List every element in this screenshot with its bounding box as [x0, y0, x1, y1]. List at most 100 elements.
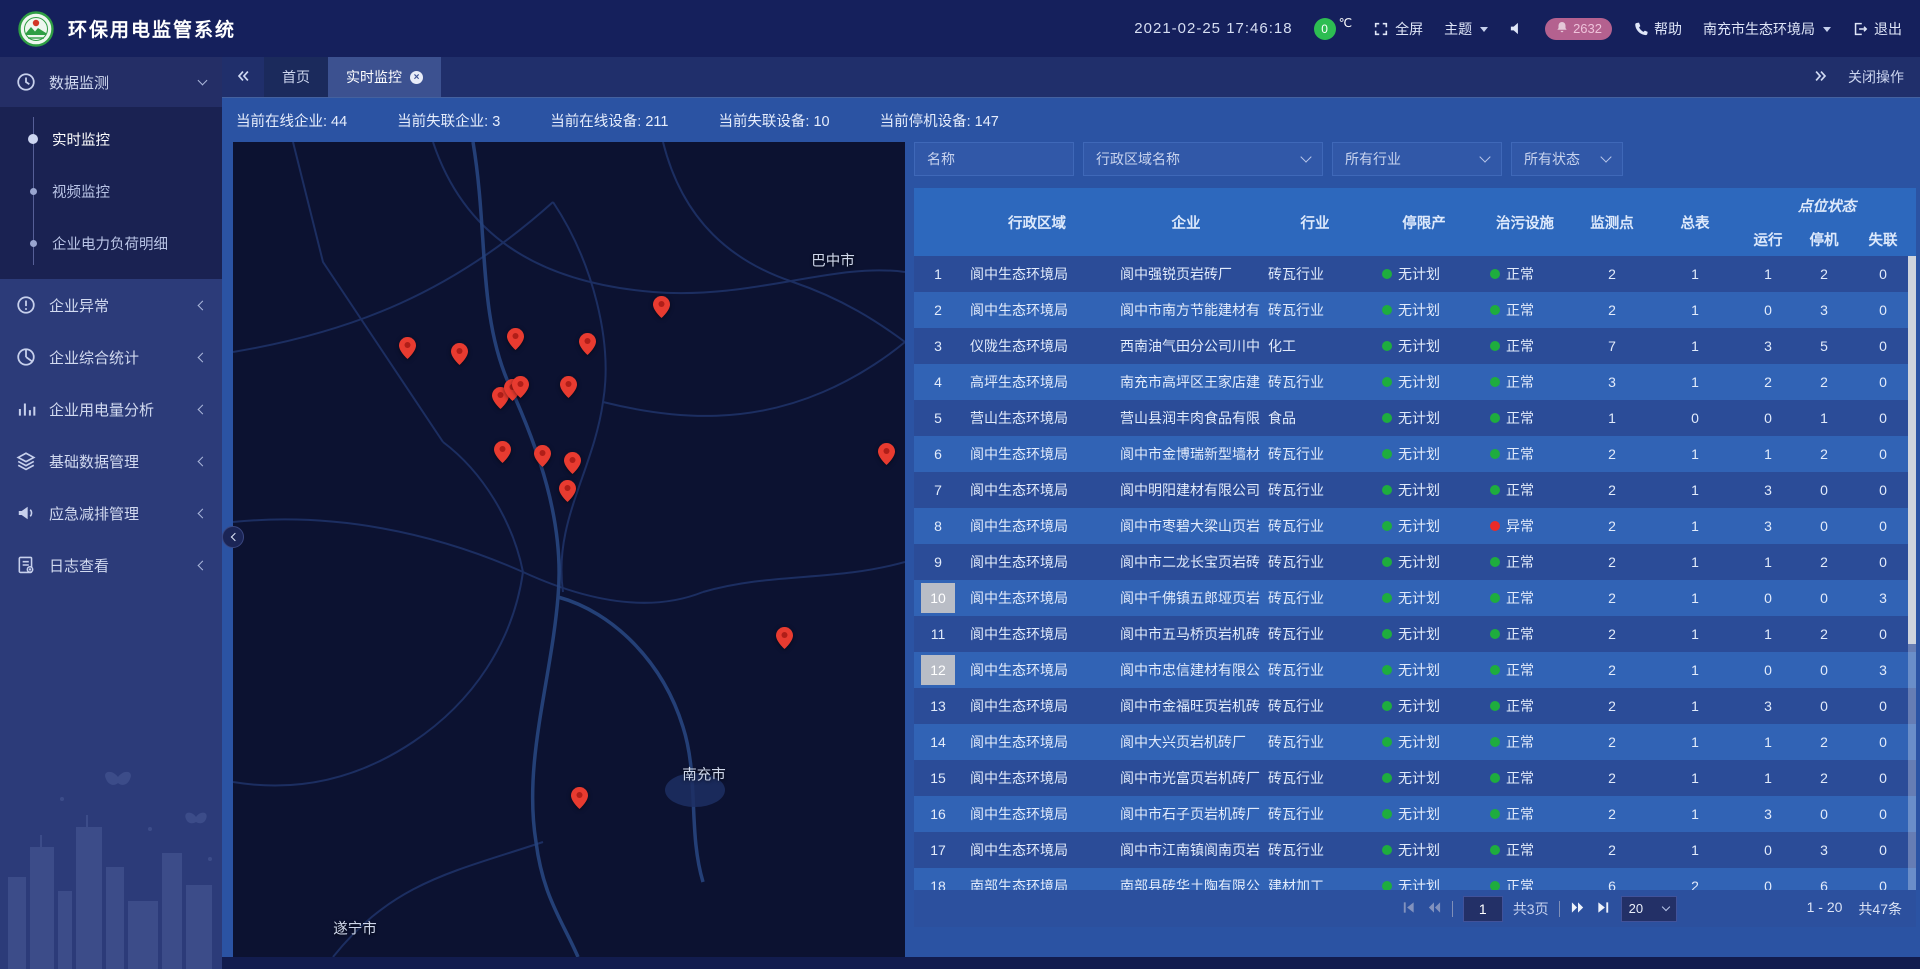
name-filter-input[interactable]: [914, 142, 1074, 176]
cell-stop-status: 无计划: [1370, 840, 1478, 860]
collapse-map-button[interactable]: [222, 526, 244, 548]
table-row[interactable]: 17阆中生态环境局阆中市江南镇阆南页岩砖瓦行业无计划正常21030: [914, 832, 1916, 868]
last-page-button[interactable]: [1596, 900, 1611, 918]
table-row[interactable]: 9阆中生态环境局阆中市二龙长宝页岩砖砖瓦行业无计划正常21120: [914, 544, 1916, 580]
map-marker[interactable]: [653, 296, 670, 318]
bullet-dot-icon: [30, 188, 37, 195]
table-row[interactable]: 10阆中生态环境局阆中千佛镇五郎垭页岩砖瓦行业无计划正常21003: [914, 580, 1916, 616]
table-row[interactable]: 5营山生态环境局营山县润丰肉食品有限食品无计划正常10010: [914, 400, 1916, 436]
map-marker[interactable]: [579, 333, 596, 355]
sidebar-subitem-0-2[interactable]: 企业电力负荷明细: [0, 217, 222, 269]
mute-button[interactable]: [1509, 21, 1524, 36]
next-page-button[interactable]: [1570, 900, 1586, 918]
cell-monitor-count: 2: [1572, 518, 1652, 534]
close-operations-button[interactable]: 关闭操作: [1848, 67, 1904, 87]
map-marker[interactable]: [494, 441, 511, 463]
sidebar-item-5[interactable]: 应急减排管理: [0, 487, 222, 539]
status-filter-select[interactable]: 所有状态: [1511, 142, 1623, 176]
table-row[interactable]: 2阆中生态环境局阆中市南方节能建材有砖瓦行业无计划正常21030: [914, 292, 1916, 328]
map-panel[interactable]: 巴中市南充市遂宁市: [233, 142, 905, 957]
sidebar-subitem-0-1[interactable]: 视频监控: [0, 165, 222, 217]
double-chevron-right-icon: [1813, 72, 1829, 87]
tabs-scroll-right-button[interactable]: [1800, 68, 1842, 87]
map-marker[interactable]: [560, 376, 577, 398]
notification-badge[interactable]: 2632: [1545, 18, 1612, 40]
cell-stop-status: 无计划: [1370, 516, 1478, 536]
table-row[interactable]: 16阆中生态环境局阆中市石子页岩机砖厂砖瓦行业无计划正常21300: [914, 796, 1916, 832]
first-page-button[interactable]: [1401, 900, 1416, 918]
cell-stopped-count: 0: [1798, 518, 1850, 534]
map-marker[interactable]: [564, 452, 581, 474]
table-row[interactable]: 6阆中生态环境局阆中市金博瑞新型墙材砖瓦行业无计划正常21120: [914, 436, 1916, 472]
table-row[interactable]: 4高坪生态环境局南充市高坪区王家店建砖瓦行业无计划正常31220: [914, 364, 1916, 400]
table-row[interactable]: 8阆中生态环境局阆中市枣碧大梁山页岩砖瓦行业无计划异常21300: [914, 508, 1916, 544]
chevron-left-icon: [198, 560, 208, 570]
table-row[interactable]: 13阆中生态环境局阆中市金福旺页岩机砖砖瓦行业无计划正常21300: [914, 688, 1916, 724]
table-scrollbar[interactable]: [1908, 256, 1916, 890]
cell-row-number: 9: [914, 547, 962, 577]
map-pin-icon: [571, 796, 588, 813]
org-dropdown[interactable]: 南充市生态环境局: [1703, 19, 1831, 39]
scrollbar-thumb[interactable]: [1908, 256, 1916, 644]
table-row[interactable]: 3仪陇生态环境局西南油气田分公司川中化工无计划正常71350: [914, 328, 1916, 364]
help-button[interactable]: 帮助: [1633, 19, 1682, 39]
page-size-select[interactable]: 20: [1621, 896, 1677, 922]
cell-monitor-count: 2: [1572, 698, 1652, 714]
map-marker[interactable]: [534, 445, 551, 467]
industry-filter-select[interactable]: 所有行业: [1332, 142, 1502, 176]
sidebar-subitem-0-0[interactable]: 实时监控: [0, 113, 222, 165]
fullscreen-button[interactable]: 全屏: [1373, 19, 1423, 39]
prev-page-button[interactable]: [1426, 900, 1442, 918]
cell-running-count: 1: [1738, 770, 1798, 786]
map-marker[interactable]: [878, 443, 895, 465]
cell-stopped-count: 6: [1798, 878, 1850, 890]
cell-row-number: 4: [914, 367, 962, 397]
region-filter-select[interactable]: 行政区域名称: [1083, 142, 1323, 176]
map-marker[interactable]: [559, 480, 576, 502]
sidebar-item-0[interactable]: 数据监测: [0, 57, 222, 107]
col-header-4: 治污设施: [1478, 188, 1572, 256]
prev-page-icon: [1426, 900, 1442, 918]
table-row[interactable]: 7阆中生态环境局阆中明阳建材有限公司砖瓦行业无计划正常21300: [914, 472, 1916, 508]
cell-company: 阆中市金福旺页岩机砖: [1112, 696, 1260, 716]
sidebar-item-6[interactable]: 日志查看: [0, 539, 222, 591]
sidebar-item-2[interactable]: 企业综合统计: [0, 331, 222, 383]
sidebar-item-1[interactable]: 企业异常: [0, 279, 222, 331]
cell-row-number: 11: [914, 619, 962, 649]
table-row[interactable]: 14阆中生态环境局阆中大兴页岩机砖厂砖瓦行业无计划正常21120: [914, 724, 1916, 760]
cell-region: 阆中生态环境局: [962, 480, 1112, 500]
table-row[interactable]: 18南部生态环境局南部县砖华土陶有限公建材加工无计划正常62060: [914, 868, 1916, 890]
cell-stopped-count: 2: [1798, 554, 1850, 570]
map-marker[interactable]: [507, 328, 524, 350]
col-header-num: [914, 188, 962, 256]
cell-meter-count: 1: [1652, 338, 1738, 354]
map-marker[interactable]: [571, 787, 588, 809]
map-marker[interactable]: [451, 343, 468, 365]
theme-dropdown[interactable]: 主题: [1444, 19, 1488, 39]
tab-1[interactable]: 实时监控×: [328, 57, 441, 97]
table-row[interactable]: 11阆中生态环境局阆中市五马桥页岩机砖砖瓦行业无计划正常21120: [914, 616, 1916, 652]
map-marker[interactable]: [399, 337, 416, 359]
cell-facility-status: 正常: [1478, 624, 1572, 644]
status-dot-icon: [1382, 269, 1392, 279]
table-row[interactable]: 15阆中生态环境局阆中市光富页岩机砖厂砖瓦行业无计划正常21120: [914, 760, 1916, 796]
map-marker[interactable]: [512, 376, 529, 398]
page-number-input[interactable]: [1463, 896, 1503, 922]
cell-monitor-count: 2: [1572, 842, 1652, 858]
status-dot-icon: [1382, 809, 1392, 819]
cell-row-number: 12: [914, 655, 962, 685]
sidebar-item-3[interactable]: 企业用电量分析: [0, 383, 222, 435]
cell-industry: 砖瓦行业: [1260, 732, 1370, 752]
sidebar-item-4[interactable]: 基础数据管理: [0, 435, 222, 487]
table-row[interactable]: 1阆中生态环境局阆中强锐页岩砖厂砖瓦行业无计划正常21120: [914, 256, 1916, 292]
status-dot-icon: [1490, 881, 1500, 890]
tab-0[interactable]: 首页: [264, 57, 328, 97]
logout-button[interactable]: 退出: [1852, 19, 1902, 39]
cell-stop-status: 无计划: [1370, 660, 1478, 680]
map-marker[interactable]: [776, 627, 793, 649]
map-city-label: 南充市: [682, 764, 726, 785]
table-row[interactable]: 12阆中生态环境局阆中市忠信建材有限公砖瓦行业无计划正常21003: [914, 652, 1916, 688]
log-icon: [16, 555, 36, 575]
tabs-scroll-left-button[interactable]: [222, 57, 264, 97]
tab-close-icon[interactable]: ×: [410, 71, 423, 84]
